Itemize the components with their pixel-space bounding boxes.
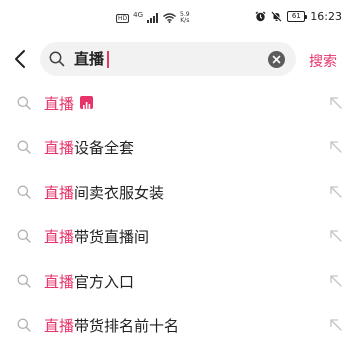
- clock: 16:23: [310, 10, 342, 23]
- suggestion-rest: 间卖衣服女装: [74, 183, 165, 202]
- suggestion-text: 直播: [44, 93, 94, 115]
- text-cursor: [107, 51, 109, 68]
- suggestion-list: 直播 直播设备全套 直播间卖衣服女装 直播带货直播间 直播官方入口 直播带货排名前十名: [0, 82, 360, 348]
- suggestion-item[interactable]: 直播设备全套: [0, 126, 360, 170]
- status-right: 61 16:23: [255, 10, 342, 23]
- suggestion-rest: 设备全套: [74, 139, 135, 158]
- suggestion-highlight: 直播: [44, 183, 75, 202]
- fill-query-arrow-icon[interactable]: [328, 228, 344, 244]
- suggestion-highlight: 直播: [44, 95, 75, 113]
- chevron-left-icon: [15, 50, 25, 68]
- suggestion-text: 直播带货排名前十名: [44, 315, 179, 337]
- suggestion-item[interactable]: 直播带货排名前十名: [0, 304, 360, 348]
- suggestion-rest: 带货排名前十名: [74, 316, 180, 335]
- suggestion-text: 直播官方入口: [44, 271, 134, 293]
- search-icon: [17, 274, 31, 288]
- network-type-label: 4G: [133, 11, 144, 19]
- fill-query-arrow-icon[interactable]: [328, 184, 344, 200]
- mute-bell-icon: [271, 11, 283, 22]
- battery-icon: 61: [287, 11, 308, 22]
- network-speed: 5.9 K/s: [180, 12, 190, 24]
- status-bar: HD 4G 5.9 K/s 61 16:23: [0, 0, 360, 34]
- live-icon: [80, 96, 94, 109]
- signal-icon: [147, 13, 159, 23]
- fill-query-arrow-icon[interactable]: [328, 317, 344, 333]
- suggestion-item[interactable]: 直播官方入口: [0, 260, 360, 304]
- speed-unit: K/s: [180, 17, 190, 24]
- suggestion-rest: 官方入口: [74, 272, 135, 291]
- suggestion-text: 直播间卖衣服女装: [44, 182, 164, 204]
- suggestion-text: 直播带货直播间: [44, 226, 149, 248]
- fill-query-arrow-icon[interactable]: [328, 95, 344, 111]
- suggestion-rest: 带货直播间: [74, 228, 150, 247]
- search-icon: [48, 50, 66, 68]
- suggestion-text: 直播设备全套: [44, 137, 134, 159]
- clear-search-button[interactable]: [268, 51, 285, 68]
- search-icon: [17, 229, 31, 243]
- alarm-icon: [255, 11, 266, 22]
- search-icon: [17, 318, 31, 332]
- search-icon: [17, 140, 31, 155]
- search-header: 搜索: [0, 38, 360, 82]
- search-icon: [17, 96, 31, 110]
- suggestion-highlight: 直播: [44, 139, 75, 158]
- suggestion-item[interactable]: 直播: [0, 82, 360, 126]
- search-box[interactable]: [40, 42, 296, 76]
- suggestion-item[interactable]: 直播间卖衣服女装: [0, 171, 360, 215]
- search-submit-button[interactable]: 搜索: [309, 51, 337, 71]
- suggestion-highlight: 直播: [44, 272, 75, 291]
- suggestion-item[interactable]: 直播带货直播间: [0, 215, 360, 259]
- search-icon: [17, 185, 31, 199]
- search-input[interactable]: [74, 49, 254, 69]
- hd-badge: HD: [116, 13, 130, 23]
- suggestion-highlight: 直播: [44, 228, 75, 247]
- suggestion-highlight: 直播: [44, 316, 75, 335]
- fill-query-arrow-icon[interactable]: [328, 273, 344, 289]
- fill-query-arrow-icon[interactable]: [328, 139, 344, 155]
- status-indicators: HD 4G 5.9 K/s: [116, 11, 190, 25]
- back-button[interactable]: [8, 44, 32, 74]
- wifi-icon: [163, 13, 176, 23]
- close-icon: [272, 55, 281, 64]
